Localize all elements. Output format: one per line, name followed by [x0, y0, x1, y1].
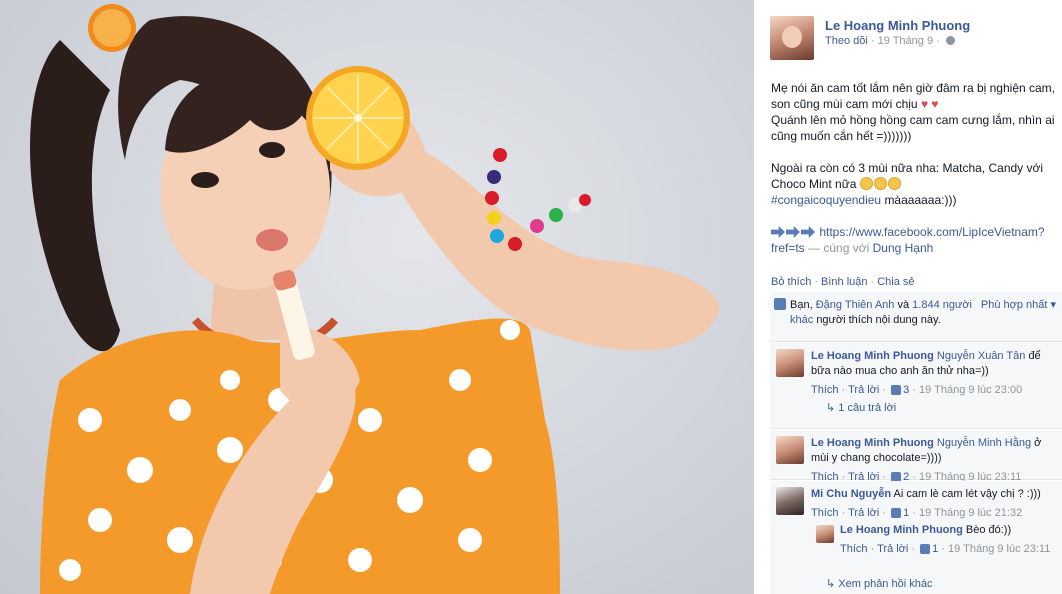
author-name[interactable]: Le Hoang Minh Phuong — [825, 18, 970, 33]
comment-author[interactable]: Le Hoang Minh Phuong — [811, 437, 934, 449]
comment-mention[interactable]: Nguyễn Xuân Tân — [937, 350, 1025, 362]
post-line: Mẹ nói ăn cam tốt lắm nên giờ đâm ra bị … — [771, 81, 1056, 95]
commenter-avatar[interactable] — [776, 349, 804, 377]
like-thumb-icon — [891, 385, 902, 395]
comment-like-button[interactable]: Thích — [811, 507, 839, 519]
heart-icon: ♥ — [920, 97, 929, 111]
emoji-icon — [859, 177, 873, 190]
post-line: Quánh lên mỏ hồng hồng cam cam cưng lắm,… — [771, 113, 1055, 127]
commenter-avatar[interactable] — [776, 436, 804, 464]
reply-reply-button[interactable]: Trả lời — [877, 543, 908, 555]
comment-time[interactable]: 19 Tháng 9 lúc 23:00 — [919, 384, 1022, 396]
comment-body: Le Hoang Minh Phuong Nguyễn Xuân Tân để … — [811, 349, 1056, 398]
post-line: cũng muốn cắn hết =))))))) — [771, 129, 912, 143]
follow-link[interactable]: Theo dõi — [825, 35, 868, 47]
reply-text: Bèo đó:)) — [965, 524, 1012, 536]
post-line: fref=ts — cùng với Dung Hạnh — [771, 241, 934, 255]
post-header: Le Hoang Minh Phuong Theo dõi · 19 Tháng… — [770, 16, 1062, 66]
comment: Mi Chu Nguyễn Ai cam lè cam lét vậy chị … — [770, 481, 1062, 594]
heart-icon: ♥ — [931, 97, 939, 111]
comment-reply-button[interactable]: Trả lời — [848, 384, 879, 396]
arrow-icon — [771, 226, 785, 238]
comment-meta: Thích · Trả lời · 1 · 19 Tháng 9 lúc 21:… — [811, 507, 1023, 519]
post-panel: Le Hoang Minh Phuong Theo dõi · 19 Tháng… — [760, 0, 1062, 594]
globe-icon[interactable] — [945, 36, 955, 45]
hashtag-link[interactable]: #congaicoquyendieu — [771, 193, 881, 207]
post-line: Choco Mint nữa — [771, 176, 1062, 192]
reply-body: Le Hoang Minh Phuong Bèo đó:)) Thích · T… — [840, 523, 1055, 557]
comment-author[interactable]: Le Hoang Minh Phuong — [811, 350, 934, 362]
post-line: #congaicoquyendieu màaaaaaa:))) — [771, 193, 957, 207]
post-line: Ngoài ra còn có 3 mùi nữa nha: Matcha, C… — [771, 161, 1044, 175]
post-line: https://www.facebook.com/LipIceVietnam? — [771, 224, 1062, 240]
post-date[interactable]: 19 Tháng 9 — [878, 35, 933, 47]
comment: Le Hoang Minh Phuong Nguyễn Xuân Tân để … — [770, 343, 1062, 429]
comment-like-button[interactable]: Thích — [811, 384, 839, 396]
comment-text: Ai cam lè cam lét vậy chị ? :))) — [893, 488, 1041, 500]
comment-body: Mi Chu Nguyễn Ai cam lè cam lét vậy chị … — [811, 487, 1056, 521]
reply-like-button[interactable]: Thích — [840, 543, 868, 555]
emoji-icon — [887, 177, 901, 190]
arrow-icon — [786, 226, 800, 238]
unlike-button[interactable]: Bỏ thích — [771, 276, 811, 288]
post-text: Mẹ nói ăn cam tốt lắm nên giờ đâm ra bị … — [771, 80, 1062, 256]
author-avatar[interactable] — [770, 16, 814, 60]
post-photo[interactable] — [0, 0, 754, 594]
post-actions: Bỏ thích · Bình luận · Chia sẻ — [771, 276, 915, 288]
reply-avatar[interactable] — [816, 525, 834, 543]
likes-summary: Bạn, Đặng Thiên Anh và 1.844 người khác … — [770, 292, 1062, 342]
sort-dropdown[interactable]: Phù hợp nhất — [981, 298, 1056, 311]
view-replies-link[interactable]: 1 câu trả lời — [826, 401, 896, 414]
likes-text: Bạn, Đặng Thiên Anh và 1.844 người khác … — [790, 299, 972, 326]
post-line: son cũng mùi cam mới chịu ♥ ♥ — [771, 97, 939, 111]
comment-author[interactable]: Mi Chu Nguyễn — [811, 488, 891, 500]
post-meta: Theo dõi · 19 Tháng 9 · — [825, 35, 955, 47]
photo-illustration — [30, 4, 720, 594]
comment-mention[interactable]: Nguyễn Minh Hằng — [937, 437, 1031, 449]
url-link-cont[interactable]: fref=ts — [771, 241, 805, 255]
like-thumb-icon — [774, 298, 786, 310]
more-replies-link[interactable]: Xem phản hồi khác — [826, 577, 932, 590]
arrow-icon — [801, 226, 815, 238]
reply-time[interactable]: 19 Tháng 9 lúc 23:11 — [948, 543, 1050, 555]
comment: Le Hoang Minh Phuong Nguyễn Minh Hằng ở … — [770, 430, 1062, 483]
liker-link[interactable]: Đặng Thiên Anh — [816, 299, 895, 311]
url-link[interactable]: https://www.facebook.com/LipIceVietnam? — [819, 225, 1044, 239]
commenter-avatar[interactable] — [776, 487, 804, 515]
comment-button[interactable]: Bình luận — [821, 276, 867, 288]
tagged-user-link[interactable]: Dung Hạnh — [873, 241, 934, 255]
like-thumb-icon — [891, 508, 902, 518]
emoji-icon — [873, 177, 887, 190]
comment-time[interactable]: 19 Tháng 9 lúc 21:32 — [919, 507, 1022, 519]
comment-reply-button[interactable]: Trả lời — [848, 507, 879, 519]
reply-author[interactable]: Le Hoang Minh Phuong — [840, 524, 963, 536]
like-thumb-icon — [920, 544, 931, 554]
share-button[interactable]: Chia sẻ — [877, 276, 914, 288]
reply-meta: Thích · Trả lời · 1 · 19 Tháng 9 lúc 23:… — [840, 543, 1051, 555]
comment-meta: Thích · Trả lời · 3 · 19 Tháng 9 lúc 23:… — [811, 384, 1023, 396]
comment-body: Le Hoang Minh Phuong Nguyễn Minh Hằng ở … — [811, 436, 1056, 485]
reply: Le Hoang Minh Phuong Bèo đó:)) Thích · T… — [816, 523, 1062, 569]
